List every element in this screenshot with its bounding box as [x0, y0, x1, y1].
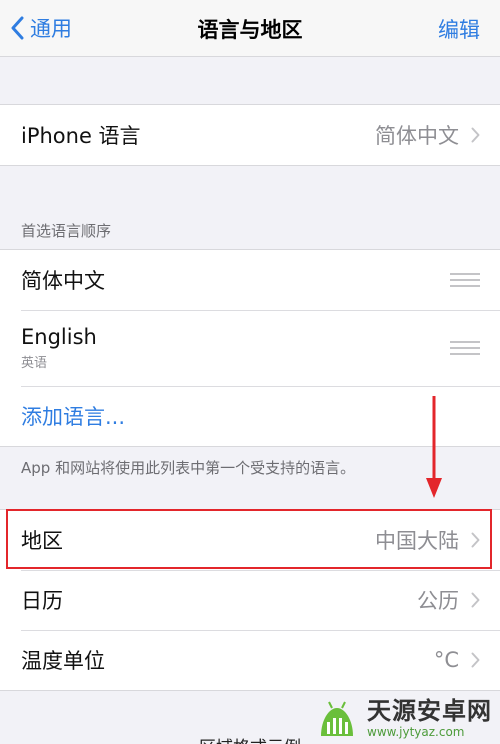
calendar-value: 公历: [417, 589, 459, 613]
edit-button[interactable]: 编辑: [438, 14, 480, 44]
chevron-right-icon: [471, 652, 480, 668]
language-text: 简体中文: [21, 265, 105, 295]
language-item-simplified-chinese[interactable]: 简体中文: [0, 250, 500, 310]
watermark-name: 天源安卓网: [367, 696, 492, 725]
language-item-english[interactable]: English 英语: [0, 310, 500, 386]
watermark-text: 天源安卓网 www.jytyaz.com: [367, 699, 492, 738]
region-row[interactable]: 地区 中国大陆: [0, 510, 500, 570]
temperature-unit-label: 温度单位: [21, 649, 105, 673]
chevron-right-icon: [471, 127, 480, 143]
calendar-row[interactable]: 日历 公历: [0, 570, 500, 630]
android-logo-icon: [321, 701, 353, 736]
iphone-language-row[interactable]: iPhone 语言 简体中文: [0, 105, 500, 165]
watermark-url: www.jytyaz.com: [367, 724, 465, 739]
region-label: 地区: [21, 529, 63, 553]
iphone-language-group: iPhone 语言 简体中文: [0, 104, 500, 166]
reorder-handle-icon[interactable]: [450, 273, 480, 287]
language-name: English: [21, 325, 97, 349]
region-value: 中国大陆: [375, 529, 459, 553]
calendar-label: 日历: [21, 589, 63, 613]
iphone-language-label: iPhone 语言: [21, 124, 141, 148]
calendar-value-wrap: 公历: [417, 585, 480, 615]
preferred-languages-footer: App 和网站将使用此列表中第一个受支持的语言。: [21, 459, 356, 477]
navigation-bar: 通用 语言与地区 编辑: [0, 0, 500, 57]
watermark: 天源安卓网 www.jytyaz.com: [315, 698, 492, 738]
reorder-handle-icon[interactable]: [450, 341, 480, 355]
temperature-unit-row[interactable]: 温度单位 °C: [0, 630, 500, 690]
chevron-left-icon: [11, 16, 24, 40]
language-text: English 英语: [21, 325, 97, 371]
chevron-right-icon: [471, 532, 480, 548]
annotation-arrow-down-icon: [426, 396, 442, 498]
region-settings-group: 地区 中国大陆 日历 公历 温度单位 °C: [0, 509, 500, 691]
language-name: 简体中文: [21, 269, 105, 293]
back-button-label: 通用: [30, 17, 72, 41]
temperature-unit-value-wrap: °C: [434, 648, 480, 672]
add-language-label: 添加语言...: [21, 405, 126, 429]
page-title: 语言与地区: [197, 18, 303, 42]
preferred-languages-header: 首选语言顺序: [21, 222, 112, 240]
language-subtitle: 英语: [21, 356, 48, 371]
region-value-wrap: 中国大陆: [375, 525, 480, 555]
iphone-language-value: 简体中文: [375, 124, 459, 148]
temperature-unit-value: °C: [433, 648, 459, 672]
back-button[interactable]: 通用: [10, 12, 72, 44]
chevron-right-icon: [471, 592, 480, 608]
iphone-language-value-wrap: 简体中文: [375, 120, 480, 150]
language-region-screen: 通用 语言与地区 编辑 iPhone 语言 简体中文 首选语言顺序 简体中文 E…: [0, 0, 500, 744]
